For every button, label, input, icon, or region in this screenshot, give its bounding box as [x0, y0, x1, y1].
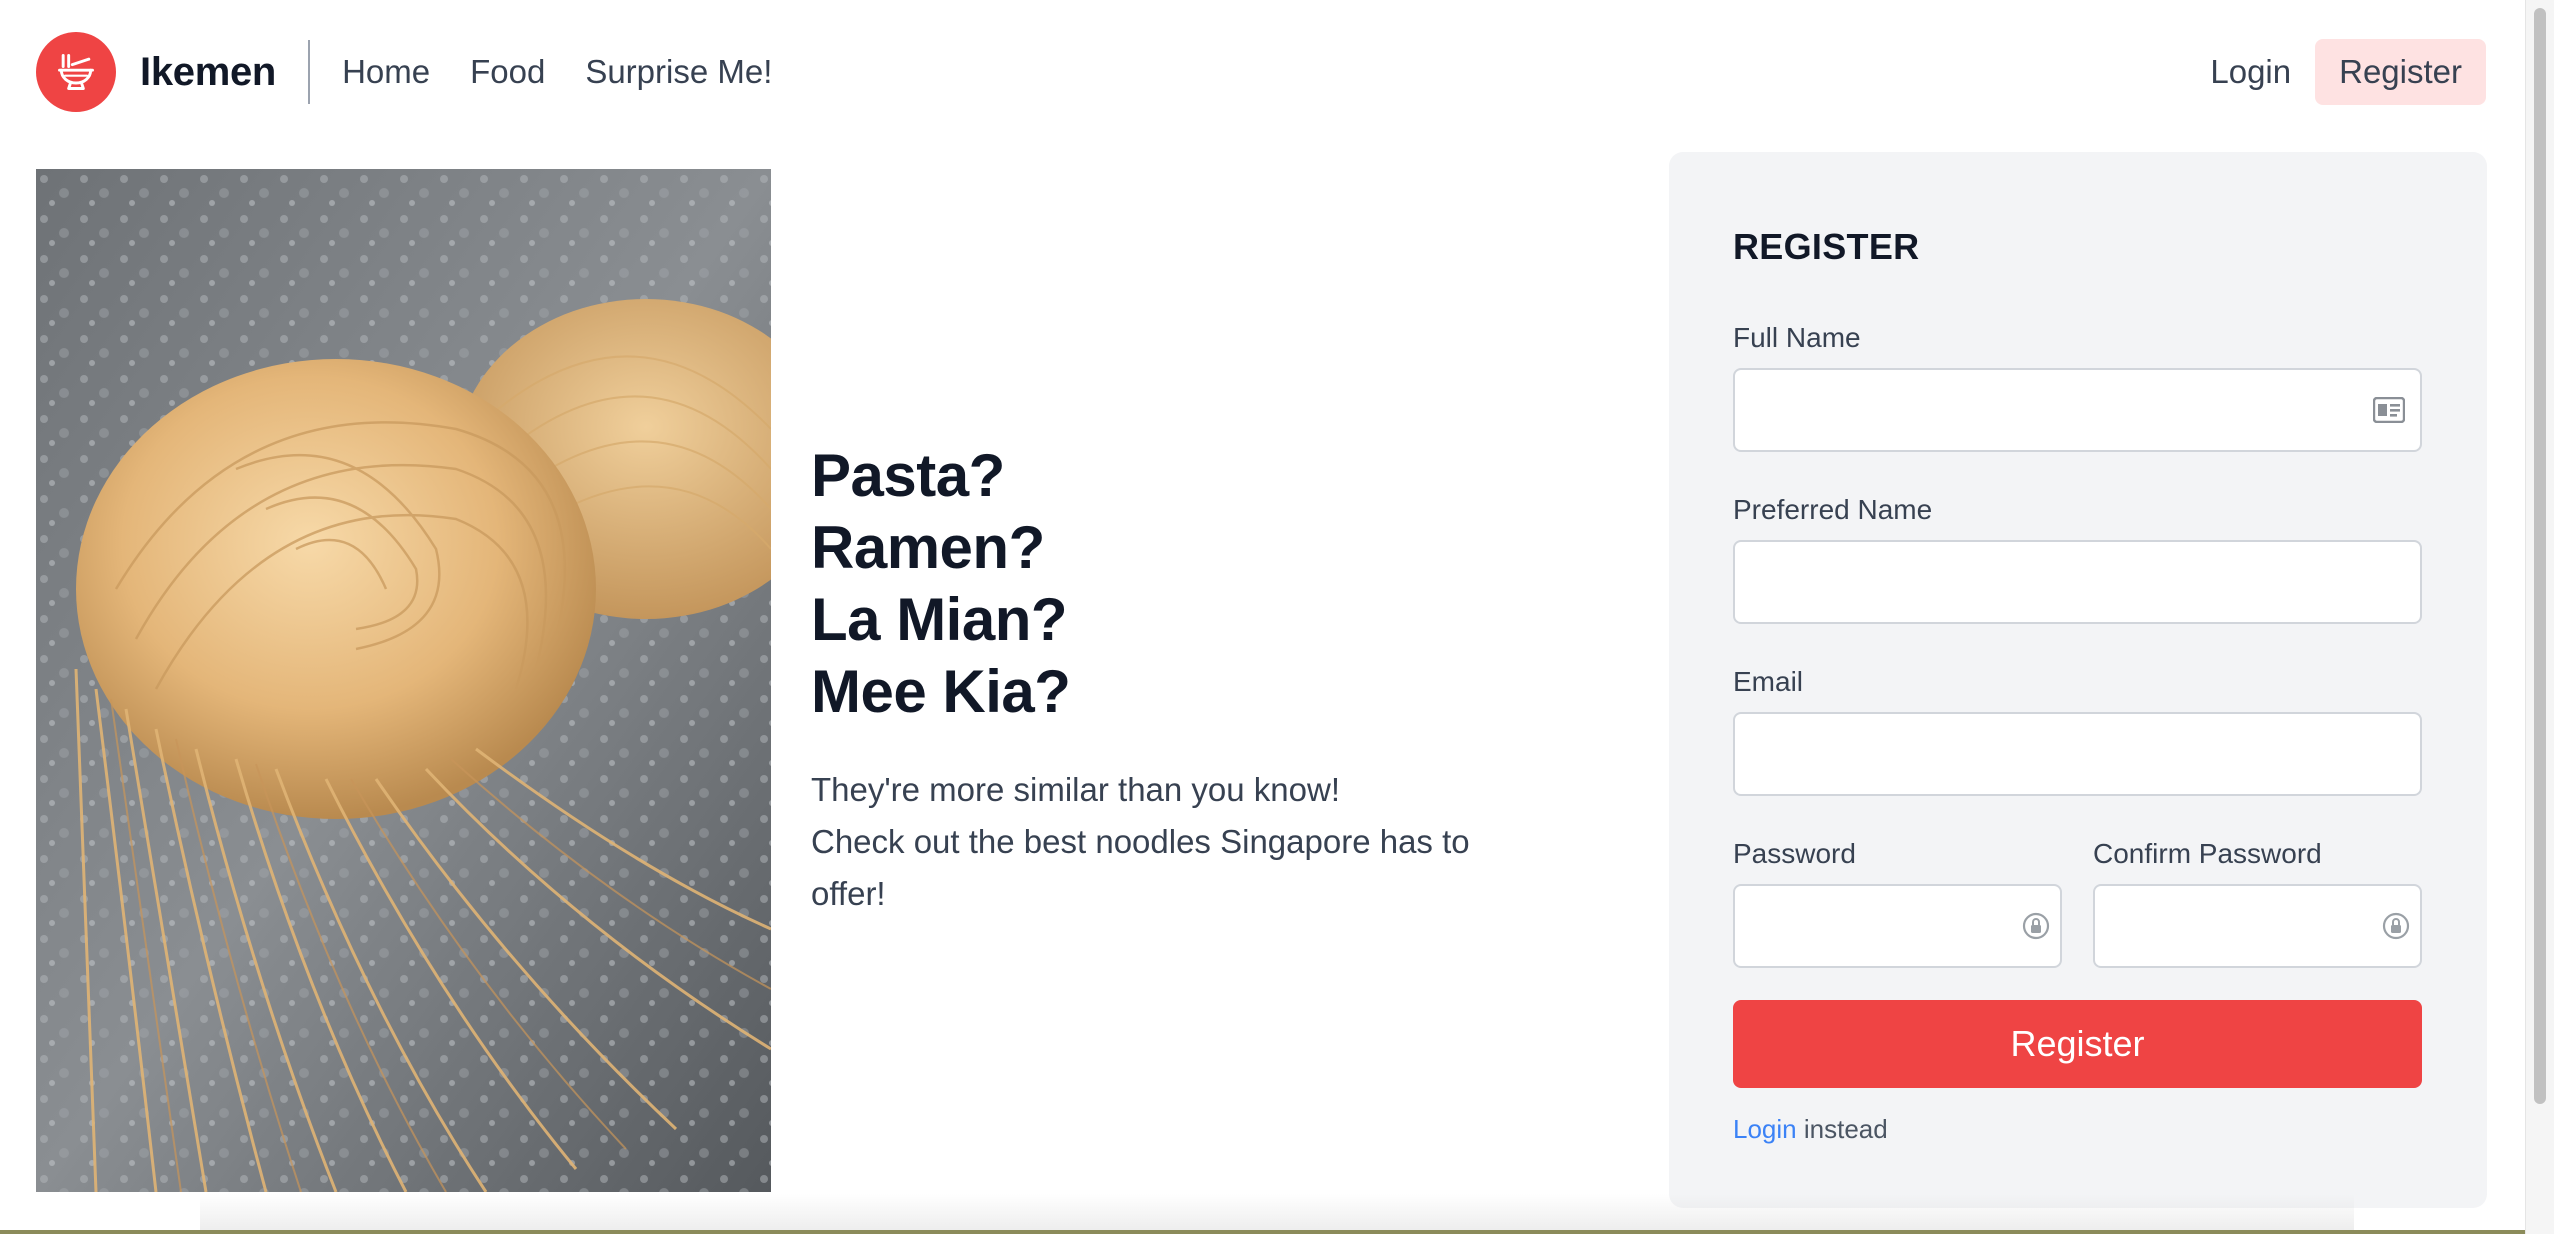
nav-links: Home Food Surprise Me!	[342, 53, 772, 91]
hero-heading-line: La Mian?	[811, 586, 1068, 653]
logo[interactable]	[36, 32, 116, 112]
password-manager-icon[interactable]	[2019, 909, 2053, 943]
hero-text: Pasta? Ramen? La Mian? Mee Kia? They're …	[811, 440, 1511, 920]
confirm-password-input[interactable]	[2093, 884, 2422, 968]
confirm-password-label: Confirm Password	[2093, 838, 2322, 869]
hero-heading: Pasta? Ramen? La Mian? Mee Kia?	[811, 440, 1511, 728]
scrollbar[interactable]	[2525, 0, 2554, 1234]
hero-subtitle-line: Check out the best noodles Singapore has…	[811, 823, 1470, 860]
password-label: Password	[1733, 838, 1856, 869]
bottom-shadow	[200, 1194, 2354, 1234]
hero-heading-line: Mee Kia?	[811, 658, 1071, 725]
register-title: REGISTER	[1733, 226, 1920, 267]
login-instead-text: Login instead	[1733, 1114, 1888, 1145]
email-label: Email	[1733, 666, 1804, 697]
password-manager-icon[interactable]	[2379, 909, 2413, 943]
password-input[interactable]	[1733, 884, 2062, 968]
ramen-bowl-icon	[58, 54, 94, 90]
hero-subtitle-line: offer!	[811, 875, 886, 912]
navbar: Ikemen Home Food Surprise Me! Login Regi…	[36, 30, 2486, 114]
hero-heading-line: Pasta?	[811, 442, 1005, 509]
preferred-name-label: Preferred Name	[1733, 494, 1933, 525]
register-submit-button[interactable]: Register	[1733, 1000, 2422, 1088]
brand-name[interactable]: Ikemen	[140, 50, 276, 95]
register-card: REGISTER Full Name Preferred Name Email …	[1669, 152, 2487, 1208]
scrollbar-thumb[interactable]	[2534, 8, 2546, 1104]
noodle-photo	[36, 169, 771, 1192]
nav-link-surprise-me[interactable]: Surprise Me!	[585, 53, 772, 91]
contact-card-icon[interactable]	[2372, 393, 2406, 427]
page: Ikemen Home Food Surprise Me! Login Regi…	[0, 0, 2554, 1234]
hero-subtitle-line: They're more similar than you know!	[811, 771, 1340, 808]
nav-login-link[interactable]: Login	[2210, 41, 2291, 103]
login-link[interactable]: Login	[1733, 1114, 1797, 1144]
nav-link-home[interactable]: Home	[342, 53, 430, 91]
full-name-input[interactable]	[1733, 368, 2422, 452]
hero-subtitle: They're more similar than you know! Chec…	[811, 764, 1491, 920]
email-input[interactable]	[1733, 712, 2422, 796]
window-edge	[0, 1230, 2554, 1234]
hero-heading-line: Ramen?	[811, 514, 1045, 581]
nav-register-button[interactable]: Register	[2315, 39, 2486, 105]
full-name-label: Full Name	[1733, 322, 1861, 353]
nav-link-food[interactable]: Food	[470, 53, 545, 91]
preferred-name-input[interactable]	[1733, 540, 2422, 624]
nav-divider	[308, 40, 311, 104]
nav-auth: Login Register	[2210, 39, 2486, 105]
login-instead-suffix: instead	[1803, 1114, 1888, 1144]
